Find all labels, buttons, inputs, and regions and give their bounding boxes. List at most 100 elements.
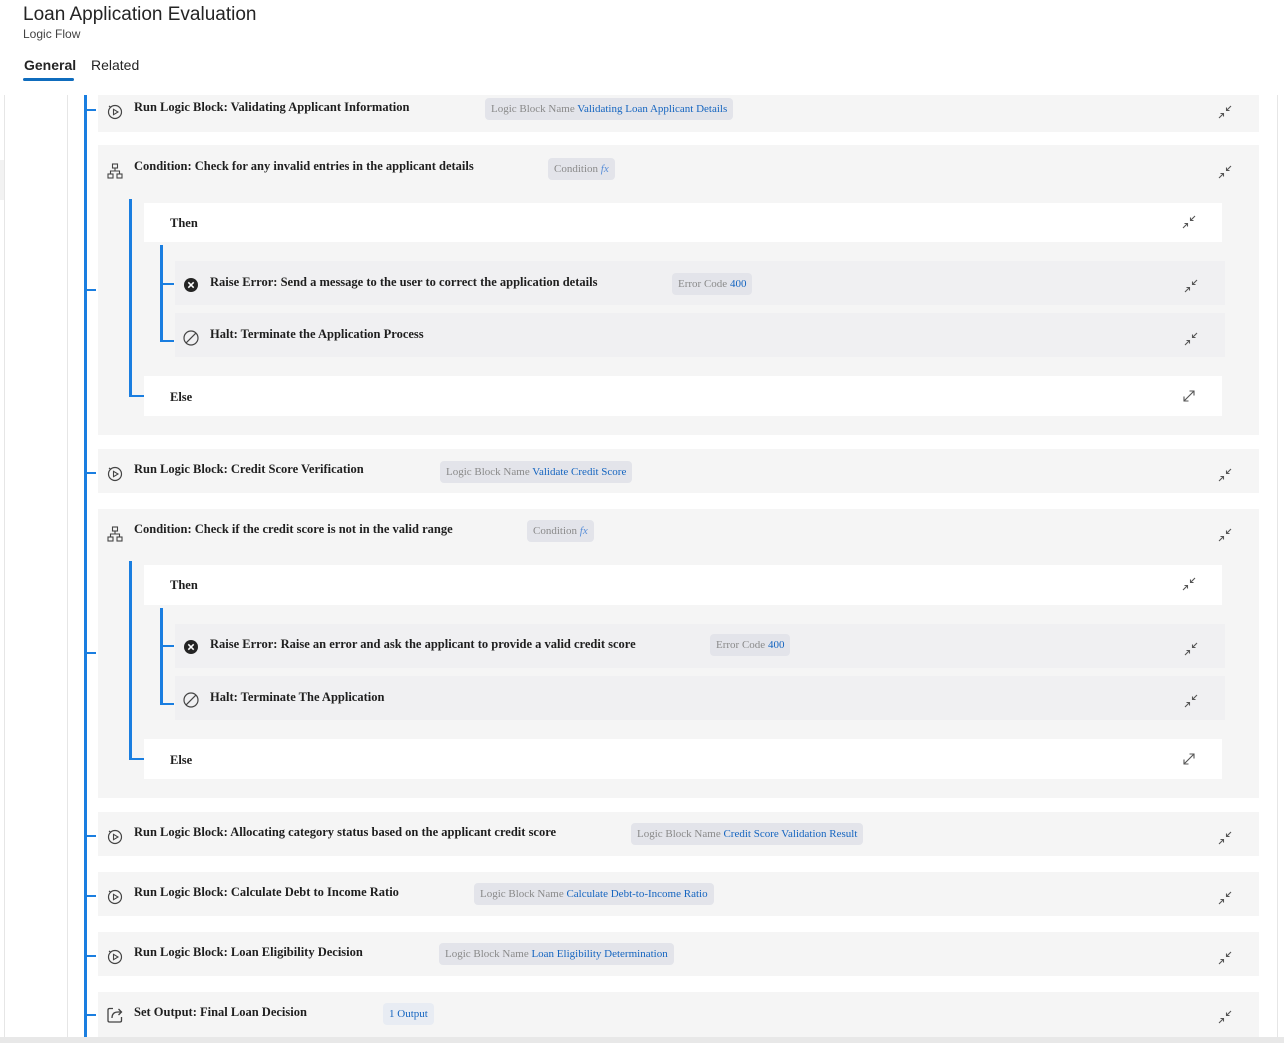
chip-key: Logic Block Name bbox=[446, 466, 530, 478]
collapse-icon[interactable] bbox=[1218, 468, 1232, 482]
chip-key: Error Code bbox=[716, 639, 766, 651]
connector-tick bbox=[131, 395, 144, 397]
action-label: Raise Error: Send a message to the user … bbox=[210, 275, 598, 289]
collapse-icon[interactable] bbox=[1182, 577, 1196, 591]
expand-icon[interactable] bbox=[1182, 752, 1196, 766]
run-logic-icon bbox=[106, 947, 124, 965]
chip-value: 400 bbox=[729, 278, 747, 290]
connector-tick bbox=[86, 895, 96, 897]
condition-chip[interactable]: Condition fx bbox=[548, 158, 615, 180]
error-code-chip[interactable]: Error Code 400 bbox=[710, 634, 791, 656]
action-label: Raise Error: Raise an error and ask the … bbox=[210, 637, 636, 651]
connector-tick bbox=[131, 758, 144, 760]
condition-icon bbox=[106, 525, 124, 543]
output-chip[interactable]: 1 Output bbox=[383, 1003, 434, 1025]
then-branch[interactable] bbox=[144, 203, 1222, 242]
condition-icon bbox=[106, 162, 124, 180]
connector-tick bbox=[86, 835, 96, 837]
logic-block-chip[interactable]: Logic Block Name Calculate Debt-to-Incom… bbox=[474, 883, 714, 905]
connector-tick bbox=[86, 109, 96, 111]
else-label: Else bbox=[170, 390, 193, 404]
active-tab-indicator bbox=[23, 78, 74, 81]
collapse-icon[interactable] bbox=[1218, 105, 1232, 119]
chip-key: Error Code bbox=[678, 278, 728, 290]
connector-tick bbox=[86, 289, 96, 291]
else-label: Else bbox=[170, 753, 193, 767]
page-header: Loan Application Evaluation Logic Flow G… bbox=[0, 0, 1284, 95]
connector-tick bbox=[162, 340, 174, 342]
chip-value: Validating Loan Applicant Details bbox=[577, 103, 728, 115]
halt-icon bbox=[182, 691, 200, 709]
collapse-icon[interactable] bbox=[1184, 279, 1198, 293]
then-connector bbox=[160, 245, 163, 342]
error-icon bbox=[182, 638, 200, 656]
panel-right-border bbox=[1277, 95, 1278, 1040]
panel-inner-border bbox=[67, 95, 68, 1040]
halt-icon bbox=[182, 329, 200, 347]
action-label: Halt: Terminate the Application Process bbox=[210, 327, 424, 341]
then-label: Then bbox=[170, 216, 198, 230]
condition-chip[interactable]: Condition fx bbox=[527, 520, 594, 542]
step-label: Run Logic Block: Validating Applicant In… bbox=[134, 100, 410, 114]
collapse-icon[interactable] bbox=[1218, 891, 1232, 905]
page-title: Loan Application Evaluation bbox=[23, 4, 257, 25]
chip-key: Condition bbox=[533, 525, 578, 537]
collapse-icon[interactable] bbox=[1218, 951, 1232, 965]
set-output-icon bbox=[106, 1006, 124, 1024]
run-logic-icon bbox=[106, 464, 124, 482]
step-label: Condition: Check if the credit score is … bbox=[134, 522, 453, 536]
fx-icon: fx bbox=[600, 163, 609, 175]
chip-key: Logic Block Name bbox=[480, 888, 564, 900]
chip-key: Logic Block Name bbox=[491, 103, 575, 115]
chip-value: 400 bbox=[767, 639, 785, 651]
page-subtitle: Logic Flow bbox=[23, 27, 81, 41]
then-branch[interactable] bbox=[144, 565, 1222, 605]
connector-tick bbox=[162, 703, 174, 705]
collapse-icon[interactable] bbox=[1184, 642, 1198, 656]
tab-related[interactable]: Related bbox=[91, 57, 139, 73]
collapse-icon[interactable] bbox=[1218, 1010, 1232, 1024]
collapse-icon[interactable] bbox=[1182, 215, 1196, 229]
collapse-icon[interactable] bbox=[1218, 165, 1232, 179]
error-code-chip[interactable]: Error Code 400 bbox=[672, 273, 753, 295]
step-label: Set Output: Final Loan Decision bbox=[134, 1005, 307, 1019]
action-label: Halt: Terminate The Application bbox=[210, 690, 385, 704]
else-branch[interactable] bbox=[144, 739, 1222, 779]
logic-block-chip[interactable]: Logic Block Name Validate Credit Score bbox=[440, 461, 633, 483]
step-label: Run Logic Block: Credit Score Verificati… bbox=[134, 462, 364, 476]
panel-left-border bbox=[4, 95, 5, 1040]
error-icon bbox=[182, 276, 200, 294]
branch-connector bbox=[129, 561, 132, 760]
chip-key: Logic Block Name bbox=[637, 828, 721, 840]
chip-value: Validate Credit Score bbox=[532, 466, 627, 478]
collapse-icon[interactable] bbox=[1184, 694, 1198, 708]
tab-general[interactable]: General bbox=[24, 57, 76, 73]
logic-block-chip[interactable]: Logic Block Name Credit Score Validation… bbox=[631, 823, 864, 845]
else-branch[interactable] bbox=[144, 376, 1222, 416]
logic-block-chip[interactable]: Logic Block Name Loan Eligibility Determ… bbox=[439, 943, 674, 965]
then-connector bbox=[160, 608, 163, 705]
connector-tick bbox=[162, 283, 174, 285]
chip-value: Calculate Debt-to-Income Ratio bbox=[566, 888, 708, 900]
branch-connector bbox=[129, 199, 132, 397]
expand-icon[interactable] bbox=[1182, 389, 1196, 403]
connector-tick bbox=[86, 1014, 96, 1016]
chip-value: Credit Score Validation Result bbox=[723, 828, 858, 840]
collapse-icon[interactable] bbox=[1218, 528, 1232, 542]
collapse-icon[interactable] bbox=[1184, 332, 1198, 346]
run-logic-icon bbox=[106, 827, 124, 845]
run-logic-icon bbox=[106, 887, 124, 905]
step-label: Run Logic Block: Calculate Debt to Incom… bbox=[134, 885, 399, 899]
chip-key: Logic Block Name bbox=[445, 948, 529, 960]
step-label: Run Logic Block: Loan Eligibility Decisi… bbox=[134, 945, 363, 959]
chip-key: Condition bbox=[554, 163, 599, 175]
fx-icon: fx bbox=[579, 525, 588, 537]
run-logic-icon bbox=[106, 102, 124, 120]
connector-tick bbox=[162, 645, 174, 647]
horizontal-scrollbar[interactable] bbox=[0, 1037, 1284, 1043]
step-label: Condition: Check for any invalid entries… bbox=[134, 159, 474, 173]
then-label: Then bbox=[170, 578, 198, 592]
logic-block-chip[interactable]: Logic Block Name Validating Loan Applica… bbox=[485, 98, 734, 120]
collapse-icon[interactable] bbox=[1218, 831, 1232, 845]
step-label: Run Logic Block: Allocating category sta… bbox=[134, 825, 557, 839]
